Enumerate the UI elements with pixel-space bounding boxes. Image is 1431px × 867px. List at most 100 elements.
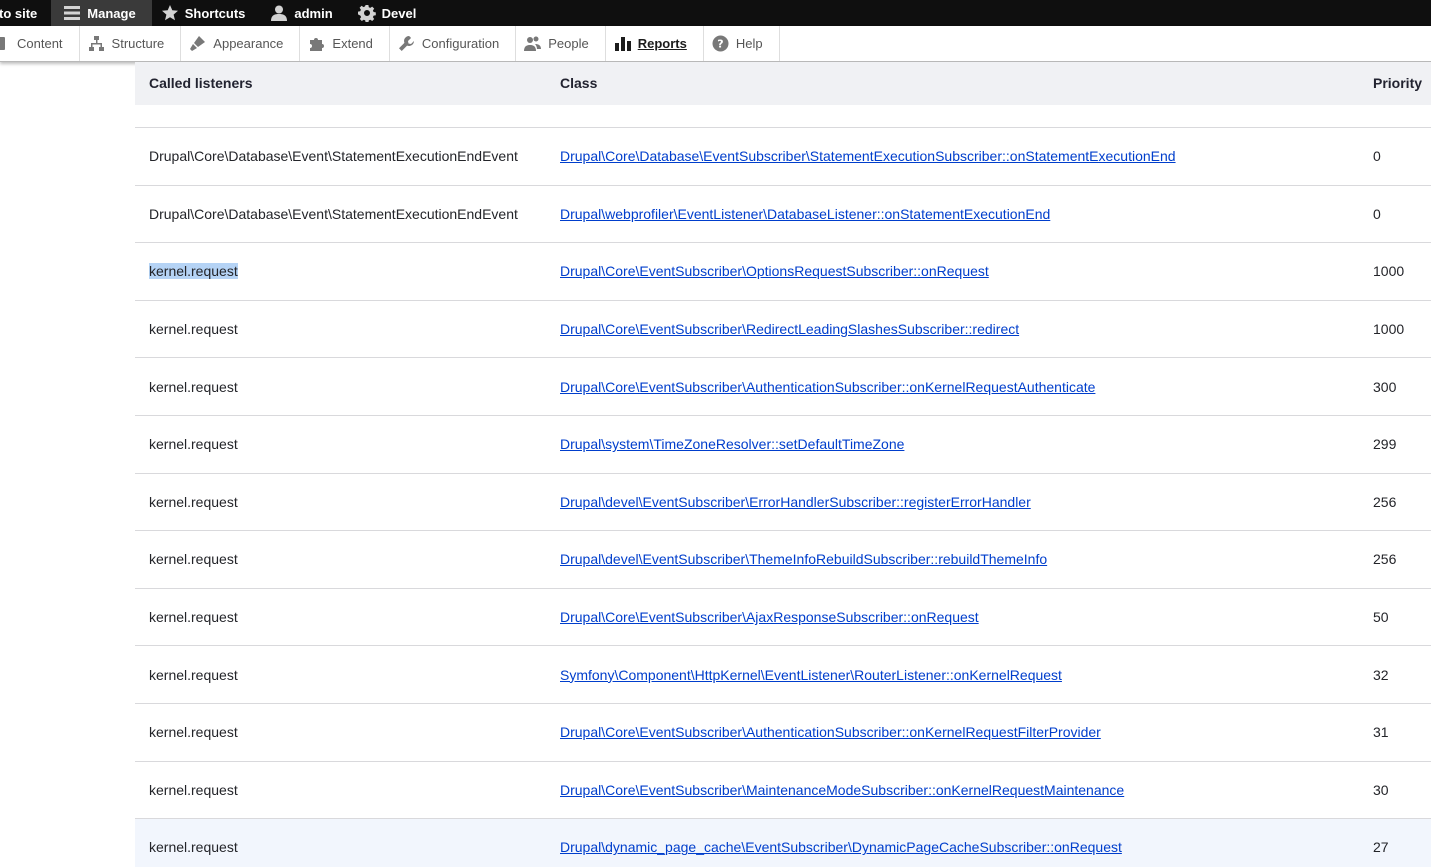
listener-priority-cell: 1000 xyxy=(1373,263,1405,280)
table-row: kernel.request Drupal\Core\EventSubscribe… xyxy=(135,589,1431,647)
listener-event-text: Drupal\Core\Database\Event\StatementExec… xyxy=(149,148,518,165)
listener-class-link[interactable]: Drupal\webprofiler\EventListener\Databas… xyxy=(560,206,1050,222)
tray-item-label: Configuration xyxy=(421,36,500,51)
user-icon xyxy=(271,5,288,21)
listener-event-text: kernel.request xyxy=(149,493,238,510)
tray-item-reports[interactable]: Reports xyxy=(606,26,704,61)
star-icon xyxy=(161,5,178,21)
table-row: kernel.request Drupal\dynamic_page_cache\… xyxy=(135,819,1431,867)
listener-event-cell: kernel.request xyxy=(149,609,238,625)
listener-event-cell: kernel.request xyxy=(149,782,238,798)
listener-event-text: kernel.request xyxy=(149,551,238,568)
table-row: kernel.request Drupal\Core\EventSubscribe… xyxy=(135,301,1431,359)
listener-class-link[interactable]: Drupal\devel\EventSubscriber\ErrorHandle… xyxy=(560,494,1031,510)
listener-class-link[interactable]: Drupal\Core\EventSubscriber\Authenticati… xyxy=(560,724,1101,740)
user-label: admin xyxy=(294,5,333,21)
table-row: Drupal\Core\Database\Event\StatementExec… xyxy=(135,128,1431,186)
table-header: Called listeners Class Priority xyxy=(135,62,1431,105)
shortcuts-tab[interactable]: Shortcuts xyxy=(152,0,262,26)
table-row: kernel.request Drupal\devel\EventSubscrib… xyxy=(135,474,1431,532)
listener-class-cell: Drupal\Core\EventSubscriber\OptionsReque… xyxy=(560,263,989,279)
listener-class-link[interactable]: Symfony\Component\HttpKernel\EventListen… xyxy=(560,667,1062,683)
tray-item-content[interactable]: Content xyxy=(0,26,80,61)
appearance-icon xyxy=(190,36,206,51)
tray-item-people[interactable]: People xyxy=(516,26,606,61)
tray-item-structure[interactable]: Structure xyxy=(80,26,182,61)
listener-priority-cell: 50 xyxy=(1373,609,1389,626)
listener-class-link[interactable]: Drupal\Core\Database\EventSubscriber\Sta… xyxy=(560,148,1176,164)
listener-class-cell: Drupal\Core\Database\EventSubscriber\Sta… xyxy=(560,148,1176,164)
tray-item-label: Help xyxy=(735,36,763,51)
listener-event-text: kernel.request xyxy=(149,321,238,338)
listener-priority-cell: 299 xyxy=(1373,436,1397,453)
listener-class-cell: Drupal\Core\EventSubscriber\AjaxResponse… xyxy=(560,609,979,625)
tray-item-label: Reports xyxy=(637,36,687,51)
content-icon xyxy=(0,37,5,50)
devel-tab[interactable]: Devel xyxy=(349,0,433,26)
extend-icon xyxy=(310,38,325,51)
listener-event-cell: kernel.request xyxy=(149,667,238,683)
listener-class-cell: Drupal\Core\EventSubscriber\MaintenanceM… xyxy=(560,782,1124,798)
header-priority: Priority xyxy=(1373,75,1423,91)
table-row: kernel.request Drupal\devel\EventSubscrib… xyxy=(135,531,1431,589)
listener-priority-cell: 32 xyxy=(1373,666,1389,683)
listener-class-cell: Drupal\Core\EventSubscriber\Authenticati… xyxy=(560,724,1101,740)
listener-event-text: kernel.request xyxy=(149,724,238,741)
admin-menu-tray: Content Structure Appearance Extend Conf… xyxy=(0,26,1431,62)
listener-class-cell: Drupal\webprofiler\EventListener\Databas… xyxy=(560,206,1050,222)
listener-event-cell: Drupal\Core\Database\Event\StatementExec… xyxy=(149,148,518,164)
wrench-icon xyxy=(398,36,414,51)
listener-priority-cell: 256 xyxy=(1373,493,1397,510)
tray-item-appearance[interactable]: Appearance xyxy=(181,26,301,61)
tray-item-extend[interactable]: Extend xyxy=(300,26,390,61)
tray-item-label: People xyxy=(548,36,589,51)
manage-label: Manage xyxy=(87,5,136,21)
listener-event-cell: kernel.request xyxy=(149,321,238,337)
listener-class-cell: Drupal\Core\EventSubscriber\Authenticati… xyxy=(560,379,1095,395)
header-called-listeners: Called listeners xyxy=(149,75,253,91)
listener-event-cell: Drupal\Core\Database\Event\StatementExec… xyxy=(149,206,518,222)
structure-icon xyxy=(88,36,104,51)
listener-class-link[interactable]: Drupal\Core\EventSubscriber\OptionsReque… xyxy=(560,263,989,279)
user-tab[interactable]: admin xyxy=(261,0,348,26)
listener-class-link[interactable]: Drupal\Core\EventSubscriber\Authenticati… xyxy=(560,379,1095,395)
listener-priority-cell: 31 xyxy=(1373,724,1389,741)
table-row: kernel.request Drupal\Core\EventSubscribe… xyxy=(135,762,1431,820)
back-to-site-link[interactable]: to site xyxy=(0,0,51,26)
manage-tab[interactable]: Manage xyxy=(51,0,152,26)
devel-label: Devel xyxy=(381,5,417,21)
listener-priority-cell: 30 xyxy=(1373,781,1389,798)
listener-event-text: kernel.request xyxy=(149,839,238,856)
listener-priority-cell: 256 xyxy=(1373,551,1397,568)
listener-event-text: kernel.request xyxy=(149,781,238,798)
listener-event-cell: kernel.request xyxy=(149,436,238,452)
tray-item-label: Extend xyxy=(332,36,373,51)
listener-class-cell: Drupal\dynamic_page_cache\EventSubscribe… xyxy=(560,839,1122,855)
listener-priority-cell: 1000 xyxy=(1373,321,1405,338)
tray-item-label: Content xyxy=(17,36,63,51)
tray-item-help[interactable]: ? Help xyxy=(704,26,780,61)
listener-event-text: kernel.request xyxy=(149,378,238,395)
svg-text:?: ? xyxy=(717,38,723,51)
listener-event-cell: kernel.request xyxy=(149,263,238,280)
shortcuts-label: Shortcuts xyxy=(184,5,246,21)
people-icon xyxy=(524,36,542,51)
listener-priority-cell: 0 xyxy=(1373,205,1381,222)
listener-priority-cell: 300 xyxy=(1373,378,1397,395)
listener-class-link[interactable]: Drupal\devel\EventSubscriber\ThemeInfoRe… xyxy=(560,551,1047,567)
listeners-table: Called listeners Class Priority Drupal\C… xyxy=(135,62,1431,867)
listener-class-link[interactable]: Drupal\Core\EventSubscriber\RedirectLead… xyxy=(560,321,1019,337)
listener-class-link[interactable]: Drupal\Core\EventSubscriber\MaintenanceM… xyxy=(560,782,1124,798)
listener-class-cell: Symfony\Component\HttpKernel\EventListen… xyxy=(560,667,1062,683)
tray-item-configuration[interactable]: Configuration xyxy=(390,26,517,61)
listener-class-link[interactable]: Drupal\dynamic_page_cache\EventSubscribe… xyxy=(560,839,1122,855)
listener-class-link[interactable]: Drupal\system\TimeZoneResolver::setDefau… xyxy=(560,436,904,452)
listener-event-text: kernel.request xyxy=(149,263,238,280)
listener-priority-cell: 27 xyxy=(1373,839,1389,856)
listener-class-link[interactable]: Drupal\Core\EventSubscriber\AjaxResponse… xyxy=(560,609,979,625)
table-row: kernel.request Drupal\Core\EventSubscribe… xyxy=(135,704,1431,762)
admin-toolbar: to site Manage Shortcuts admin Devel xyxy=(0,0,1431,26)
listener-class-cell: Drupal\devel\EventSubscriber\ErrorHandle… xyxy=(560,494,1031,510)
listener-event-text: kernel.request xyxy=(149,666,238,683)
listener-event-text: kernel.request xyxy=(149,609,238,626)
